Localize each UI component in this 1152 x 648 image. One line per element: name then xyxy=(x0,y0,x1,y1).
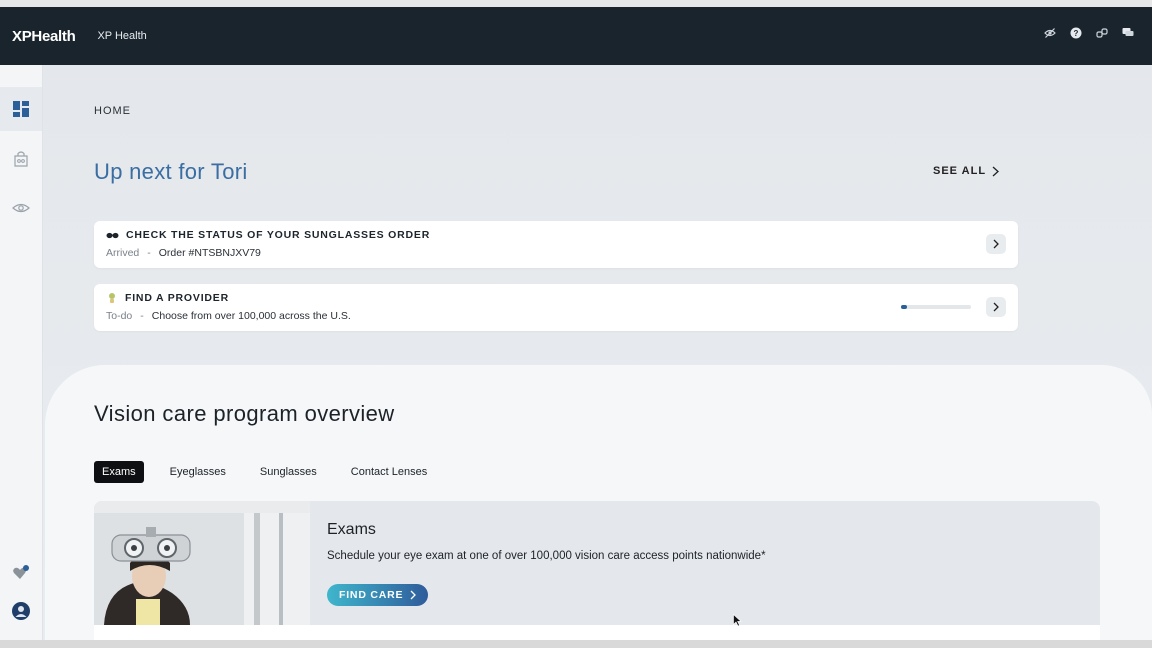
breadcrumb: HOME xyxy=(94,105,131,117)
open-card-button[interactable] xyxy=(986,297,1006,317)
task-card-sunglasses-order[interactable]: CHECK THE STATUS OF YOUR SUNGLASSES ORDE… xyxy=(94,221,1018,268)
link-icon[interactable] xyxy=(1096,27,1108,39)
feature-title: Exams xyxy=(327,521,376,538)
progress-bar-fill xyxy=(901,305,907,309)
sidebar-item-dashboard[interactable] xyxy=(0,87,42,131)
chevron-right-icon xyxy=(993,239,999,249)
window-top-strip xyxy=(0,0,1152,7)
card-title-row: CHECK THE STATUS OF YOUR SUNGLASSES ORDE… xyxy=(106,229,430,241)
main-content: HOME Up next for Tori SEE ALL CHECK THE … xyxy=(43,65,1152,640)
feature-description: Schedule your eye exam at one of over 10… xyxy=(327,550,766,562)
overview-title: Vision care program overview xyxy=(94,401,395,426)
sidebar-item-vision[interactable] xyxy=(0,186,42,230)
brand-logo[interactable]: XPHealth xyxy=(12,28,76,45)
page-title: Up next for Tori xyxy=(94,159,248,184)
exams-feature-card: Exams Schedule your eye exam at one of o… xyxy=(94,501,1100,625)
tab-eyeglasses[interactable]: Eyeglasses xyxy=(162,461,234,483)
card-status: Arrived xyxy=(106,247,140,259)
svg-text:?: ? xyxy=(1074,29,1079,38)
card-status: To-do xyxy=(106,310,133,322)
card-title: FIND A PROVIDER xyxy=(125,292,229,304)
sidebar-item-orders[interactable] xyxy=(0,137,42,181)
mouse-cursor-icon xyxy=(733,614,742,627)
dashboard-icon xyxy=(13,101,29,117)
card-subtitle: Arrived - Order #NTSBNJXV79 xyxy=(106,247,261,259)
card-separator: - xyxy=(147,247,151,259)
chevron-right-icon xyxy=(992,166,1000,176)
card-detail: Order #NTSBNJXV79 xyxy=(158,247,261,259)
card-subtitle: To-do - Choose from over 100,000 across … xyxy=(106,310,351,322)
find-care-button[interactable]: FIND CARE xyxy=(327,584,429,606)
help-icon[interactable]: ? xyxy=(1070,27,1082,39)
open-card-button[interactable] xyxy=(986,234,1006,254)
sunglasses-icon xyxy=(106,232,119,238)
card-detail: Choose from over 100,000 across the U.S. xyxy=(151,310,351,322)
chevron-right-icon xyxy=(410,590,417,600)
overview-tabs: Exams Eyeglasses Sunglasses Contact Lens… xyxy=(94,461,435,483)
app-name: XP Health xyxy=(97,30,147,42)
eye-off-icon[interactable] xyxy=(1044,27,1056,39)
progress-bar xyxy=(901,305,971,309)
sidebar-item-profile[interactable] xyxy=(0,589,42,633)
eye-icon xyxy=(12,203,30,213)
heart-badge-icon xyxy=(13,565,29,579)
card-title-row: FIND A PROVIDER xyxy=(106,292,229,304)
bag-icon xyxy=(14,151,28,167)
header-icon-group: ? xyxy=(1044,27,1134,39)
chat-icon[interactable] xyxy=(1122,27,1134,39)
top-navigation-bar: XPHealth XP Health ? xyxy=(0,7,1152,65)
find-care-label: FIND CARE xyxy=(339,589,404,601)
card-title: CHECK THE STATUS OF YOUR SUNGLASSES ORDE… xyxy=(126,229,431,241)
tab-sunglasses[interactable]: Sunglasses xyxy=(252,461,325,483)
chevron-right-icon xyxy=(993,302,999,312)
tab-exams[interactable]: Exams xyxy=(94,461,144,483)
eye-exam-photo xyxy=(94,501,310,625)
see-all-link[interactable]: SEE ALL xyxy=(933,165,1000,177)
task-card-find-provider[interactable]: FIND A PROVIDER To-do - Choose from over… xyxy=(94,284,1018,331)
vision-overview-panel: Vision care program overview Exams Eyegl… xyxy=(45,365,1152,640)
avatar xyxy=(12,602,30,620)
window-bottom-strip xyxy=(0,640,1152,648)
see-all-label: SEE ALL xyxy=(933,165,987,177)
provider-icon xyxy=(109,293,115,303)
tab-contact-lenses[interactable]: Contact Lenses xyxy=(343,461,435,483)
feature-card-footer xyxy=(94,625,1100,640)
card-separator: - xyxy=(140,310,144,322)
sidebar xyxy=(0,65,43,640)
